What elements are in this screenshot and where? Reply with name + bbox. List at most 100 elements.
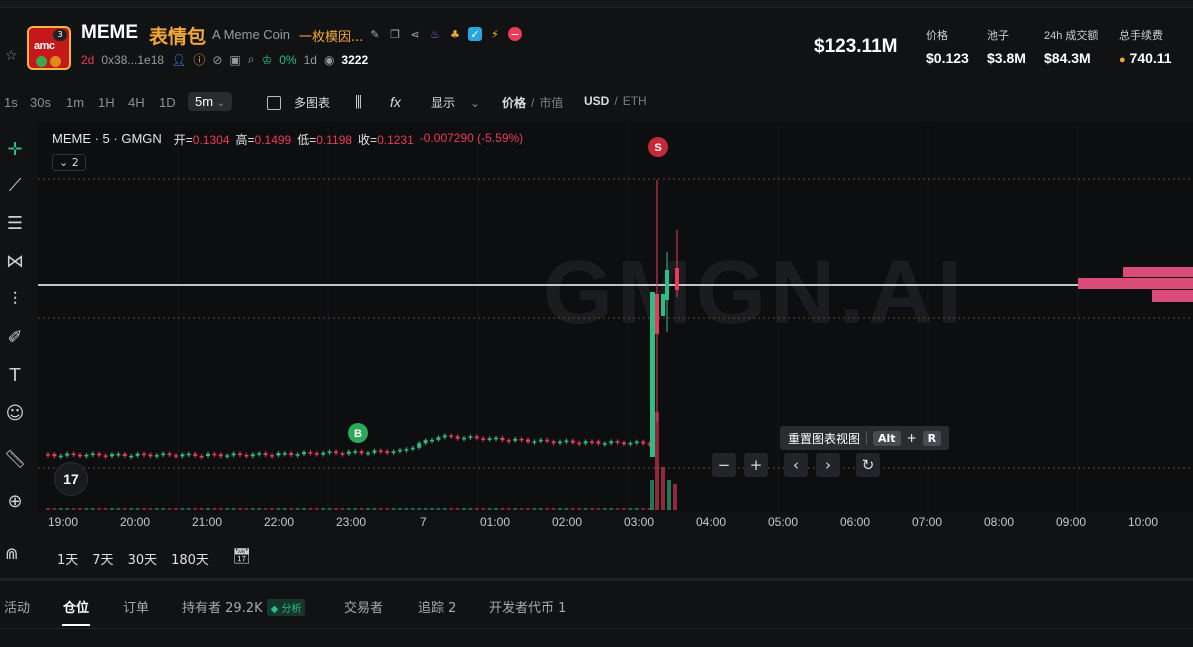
copy-icon[interactable]: ❐	[388, 27, 402, 41]
zoom-in-icon[interactable]: ⊕	[2, 488, 28, 514]
timeframe-30s[interactable]: 30s	[30, 95, 51, 110]
candle-body	[238, 453, 242, 456]
volume-bar	[372, 508, 377, 510]
search-icon[interactable]: ⌕	[248, 52, 255, 67]
tab-traders[interactable]: 交易者	[344, 597, 383, 616]
candle-type-icon[interactable]: ⫼	[355, 94, 362, 111]
token-logo[interactable]: amc 3	[27, 26, 71, 70]
lightning-icon[interactable]: ⚡	[488, 27, 502, 41]
contract-address[interactable]: 0x38...1e18	[101, 53, 164, 67]
stat-value: $84.3M	[1044, 50, 1091, 66]
volume-bar	[321, 508, 326, 510]
projection-icon[interactable]: ⫶	[2, 286, 28, 312]
zoom-out-button[interactable]: −	[712, 453, 736, 477]
volume-bar	[474, 508, 479, 510]
timeframe-1s[interactable]: 1s	[4, 95, 18, 110]
volume-bar	[538, 508, 543, 510]
tradingview-logo[interactable]: 17	[54, 462, 88, 496]
stat-fees: 总手续费 ● 740.11	[1119, 27, 1172, 66]
range-30d[interactable]: 30天	[128, 549, 158, 568]
volume-bar	[462, 508, 466, 510]
candle-body	[263, 453, 268, 456]
time-axis-label: 08:00	[984, 515, 1015, 529]
multi-chart-toggle[interactable]: 多图表	[267, 94, 330, 111]
trendline-icon[interactable]: ⟋	[2, 172, 28, 198]
view-count: 3222	[341, 52, 369, 67]
time-axis-label: 03:00	[624, 515, 655, 529]
drawing-tools: ✛ ⟋ ☰ ⋈ ⫶ ✐ T ☺ 📏︎ ⊕	[0, 128, 30, 568]
pattern-icon[interactable]: ⋈	[2, 248, 28, 274]
volume-bar	[551, 508, 556, 510]
tab-tracking[interactable]: 追踪 2	[418, 597, 456, 616]
chart-toolbar: 1s 30s 1m 1H 4H 1D 5m ⌄ 多图表 ⫼ fx 显示 ⌄ 价格 /…	[0, 88, 1193, 116]
reset-view-button[interactable]: ↻	[856, 453, 880, 477]
group-icon[interactable]: ♣	[448, 27, 462, 41]
range-180d[interactable]: 180天	[171, 549, 209, 568]
range-7d[interactable]: 7天	[92, 549, 113, 568]
timeframe-5m-active[interactable]: 5m ⌄	[188, 92, 233, 111]
brush-icon[interactable]: ✐	[2, 324, 28, 350]
volume-bar	[122, 508, 127, 510]
ruler-icon[interactable]: 📏︎	[2, 446, 28, 472]
display-dropdown[interactable]: 显示 ⌄	[431, 94, 480, 111]
fib-lines-icon[interactable]: ☰	[2, 210, 28, 236]
tab-orders[interactable]: 订单	[123, 597, 149, 616]
indicators-collapse-button[interactable]: ⌄ 2	[52, 154, 86, 171]
candle-body	[487, 438, 492, 440]
candle-body	[474, 436, 479, 439]
candle-body	[665, 270, 669, 300]
timeframe-4h[interactable]: 4H	[128, 95, 145, 110]
volume-bar	[410, 508, 415, 510]
time-axis-label: 22:00	[264, 515, 295, 529]
scroll-left-button[interactable]: ‹	[784, 453, 808, 477]
crosshair-icon[interactable]: ✛	[2, 136, 28, 162]
range-1d[interactable]: 1天	[57, 549, 78, 568]
candle-body	[602, 443, 607, 445]
timeframe-1m[interactable]: 1m	[66, 95, 84, 110]
indicators-fx-icon[interactable]: fx	[390, 94, 401, 110]
edit-icon[interactable]: ✎	[368, 27, 382, 41]
panel-divider[interactable]	[0, 578, 1193, 581]
tab-activity[interactable]: 活动	[4, 597, 30, 616]
price-mcap-toggle[interactable]: 价格 / 市值	[502, 94, 563, 111]
scroll-right-button[interactable]: ›	[816, 453, 840, 477]
tab-positions[interactable]: 仓位	[63, 597, 89, 616]
tab-dev-tokens[interactable]: 开发者代币 1	[489, 597, 566, 616]
text-icon[interactable]: T	[2, 362, 28, 388]
fire-icon[interactable]: ♨	[428, 27, 442, 41]
chevron-left-icon: ‹	[793, 456, 799, 474]
calendar-icon[interactable]: 📅︎	[232, 547, 251, 565]
telegram-icon[interactable]: ✓	[468, 27, 482, 41]
share-icon[interactable]: ⋖	[408, 27, 422, 41]
emoji-icon[interactable]: ☺	[2, 400, 28, 426]
chevron-down-icon: ⌄	[59, 156, 69, 169]
volume-bar	[650, 480, 654, 510]
price-chart[interactable]: GMGN.AI SB MEME · 5 · GMGN 开=0.1304 高=0.…	[38, 122, 1193, 512]
volume-bar	[90, 508, 95, 510]
time-axis-label: 21:00	[192, 515, 223, 529]
leaf-badge-icon	[36, 56, 47, 67]
candle-body	[545, 439, 550, 442]
timeframe-1h[interactable]: 1H	[98, 95, 115, 110]
candle-body	[675, 268, 679, 290]
magnet-icon[interactable]: ⋒	[5, 544, 18, 563]
chat-icon[interactable]: ▣	[229, 53, 240, 67]
currency-toggle[interactable]: USD / ETH	[584, 94, 647, 108]
volume-bar	[103, 508, 108, 510]
tab-holders[interactable]: 持有者 29.2K ◆ 分析	[182, 597, 306, 616]
candlestick-chart[interactable]: SB	[38, 122, 1193, 512]
warning-icon[interactable]: ⓘ	[193, 51, 205, 68]
candle-body	[314, 453, 319, 455]
user-icon[interactable]: 👤︎	[171, 53, 186, 67]
eth-label: ETH	[622, 94, 647, 108]
compass-icon[interactable]: ⊘	[212, 53, 222, 67]
candle-body	[551, 441, 556, 444]
zoom-in-button[interactable]: +	[744, 453, 768, 477]
candle-body	[500, 437, 505, 441]
volume-bar	[609, 508, 614, 510]
candle-body	[340, 453, 345, 455]
block-icon[interactable]: −	[508, 27, 522, 41]
analysis-badge[interactable]: ◆ 分析	[266, 599, 306, 616]
timeframe-1d[interactable]: 1D	[159, 95, 176, 110]
favorite-star-icon[interactable]: ☆	[5, 48, 18, 64]
